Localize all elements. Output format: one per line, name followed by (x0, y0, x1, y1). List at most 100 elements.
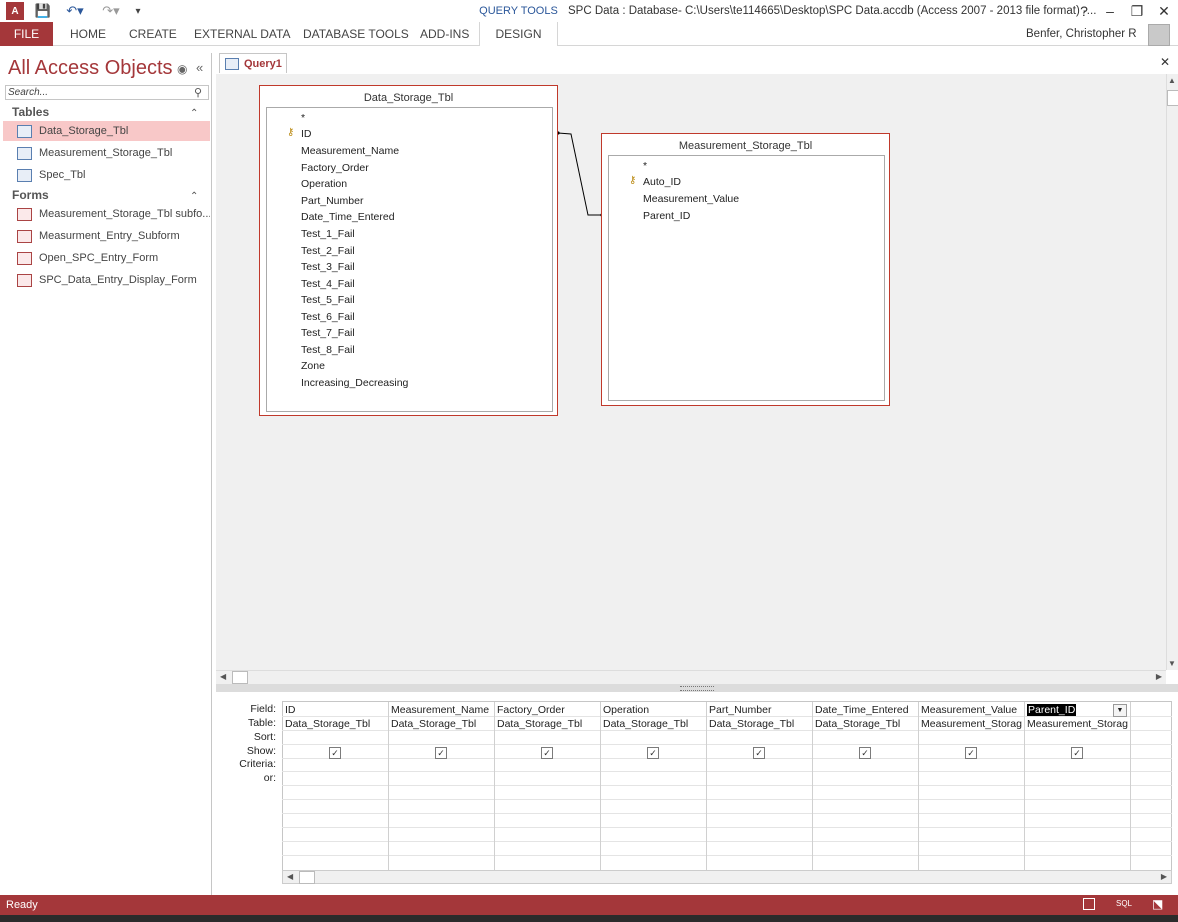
scroll-down-icon[interactable]: ▼ (1168, 659, 1176, 668)
datasheet-view-icon[interactable] (1083, 898, 1095, 910)
grid-column[interactable]: Parent_ID ▼ Measurement_Storag ✓ (1024, 702, 1131, 870)
field-item[interactable]: Parent_ID (643, 210, 690, 222)
table-title[interactable]: Measurement_Storage_Tbl (602, 140, 889, 152)
vertical-scrollbar[interactable]: ▲ ▼ (1166, 74, 1178, 670)
field-item[interactable]: Measurement_Value (643, 193, 739, 205)
field-item[interactable]: Auto_ID (643, 176, 681, 188)
user-name[interactable]: Benfer, Christopher R (1026, 28, 1137, 40)
table-cell[interactable]: Data_Storage_Tbl (285, 718, 387, 730)
field-item[interactable]: Zone (301, 360, 325, 372)
field-item[interactable]: Increasing_Decreasing (301, 377, 408, 389)
table-window-data-storage[interactable]: Data_Storage_Tbl * ⚷ ID Measurement_Name… (259, 85, 558, 416)
scrollbar-thumb[interactable] (299, 871, 315, 884)
show-checkbox[interactable]: ✓ (647, 747, 659, 759)
nav-item-form[interactable]: SPC_Data_Entry_Display_Form (3, 270, 210, 290)
restore-button[interactable]: ❐ (1126, 2, 1148, 20)
field-cell[interactable]: Measurement_Value (921, 704, 1023, 716)
design-view-icon[interactable]: ⬔ (1152, 897, 1163, 911)
field-cell[interactable]: Date_Time_Entered (815, 704, 917, 716)
grid-column[interactable]: Factory_Order Data_Storage_Tbl ✓ (494, 702, 601, 870)
field-cell[interactable]: ID (285, 704, 387, 716)
field-item[interactable]: Operation (301, 178, 347, 190)
avatar[interactable] (1148, 24, 1170, 46)
save-icon[interactable]: 💾 (34, 2, 52, 20)
field-item[interactable]: Test_5_Fail (301, 294, 355, 306)
group-forms-label[interactable]: Forms (12, 188, 49, 202)
field-item[interactable]: Measurement_Name (301, 145, 399, 157)
grid-column[interactable]: Measurement_Value Measurement_Storag ✓ (918, 702, 1025, 870)
nav-item-form[interactable]: Measurement_Storage_Tbl subfo... (3, 204, 210, 224)
horizontal-scrollbar[interactable]: ◀ ▶ (216, 670, 1166, 684)
scrollbar-thumb[interactable] (1167, 90, 1178, 106)
table-cell[interactable]: Data_Storage_Tbl (709, 718, 811, 730)
field-cell[interactable]: Measurement_Name (391, 704, 493, 716)
scrollbar-thumb[interactable] (232, 671, 248, 684)
tab-query1[interactable]: Query1 (219, 53, 287, 73)
tab-external-data[interactable]: EXTERNAL DATA (194, 22, 290, 46)
table-cell[interactable]: Data_Storage_Tbl (815, 718, 917, 730)
nav-item-table[interactable]: Measurement_Storage_Tbl (3, 143, 210, 163)
nav-search-input[interactable]: Search... (5, 85, 209, 100)
nav-menu-chevron-icon[interactable]: ◉ (177, 62, 187, 76)
collapse-group-icon[interactable]: ⌃ (190, 191, 198, 202)
collapse-pane-icon[interactable]: « (196, 60, 203, 75)
help-button[interactable]: ? (1073, 2, 1095, 20)
close-button[interactable]: ✕ (1153, 2, 1175, 20)
show-checkbox[interactable]: ✓ (859, 747, 871, 759)
nav-item-table[interactable]: Spec_Tbl (3, 165, 210, 185)
field-cell[interactable]: Part_Number (709, 704, 811, 716)
scroll-right-icon[interactable]: ▶ (1161, 872, 1167, 881)
close-document-icon[interactable]: ✕ (1160, 55, 1170, 69)
show-checkbox[interactable]: ✓ (753, 747, 765, 759)
grid-column[interactable]: Part_Number Data_Storage_Tbl ✓ (706, 702, 813, 870)
scroll-right-icon[interactable]: ▶ (1156, 672, 1162, 681)
field-item[interactable]: Date_Time_Entered (301, 211, 395, 223)
group-tables-label[interactable]: Tables (12, 105, 49, 119)
field-cell-selected[interactable]: Parent_ID (1027, 704, 1077, 716)
show-checkbox[interactable]: ✓ (435, 747, 447, 759)
table-cell[interactable]: Measurement_Storag (921, 718, 1023, 730)
sql-view-icon[interactable]: SQL (1116, 899, 1132, 908)
table-cell[interactable]: Data_Storage_Tbl (603, 718, 705, 730)
undo-icon[interactable]: ↶▾ (62, 2, 88, 20)
field-item[interactable]: Test_7_Fail (301, 327, 355, 339)
field-item[interactable]: Test_1_Fail (301, 228, 355, 240)
show-checkbox[interactable]: ✓ (329, 747, 341, 759)
field-item[interactable]: Test_4_Fail (301, 278, 355, 290)
table-window-measurement-storage[interactable]: Measurement_Storage_Tbl * ⚷ Auto_ID Meas… (601, 133, 890, 406)
nav-item-table[interactable]: Data_Storage_Tbl (3, 121, 210, 141)
customize-qat-icon[interactable]: ▾ (132, 2, 144, 20)
table-cell[interactable]: Data_Storage_Tbl (391, 718, 493, 730)
minimize-button[interactable]: – (1099, 2, 1121, 20)
nav-item-form[interactable]: Open_SPC_Entry_Form (3, 248, 210, 268)
show-checkbox[interactable]: ✓ (965, 747, 977, 759)
field-item[interactable]: Test_2_Fail (301, 245, 355, 257)
table-title[interactable]: Data_Storage_Tbl (260, 92, 557, 104)
field-item[interactable]: * (301, 112, 305, 124)
scroll-up-icon[interactable]: ▲ (1168, 76, 1176, 85)
tab-design[interactable]: DESIGN (479, 22, 558, 46)
tab-add-ins[interactable]: ADD-INS (420, 22, 469, 46)
tab-file[interactable]: FILE (0, 22, 53, 46)
grid-column[interactable]: Measurement_Name Data_Storage_Tbl ✓ (388, 702, 495, 870)
scroll-left-icon[interactable]: ◀ (287, 872, 293, 881)
field-item[interactable]: Part_Number (301, 195, 363, 207)
search-icon[interactable]: ⚲ (194, 86, 202, 99)
collapse-group-icon[interactable]: ⌃ (190, 108, 198, 119)
field-item[interactable]: ID (301, 128, 312, 140)
grid-column[interactable]: Operation Data_Storage_Tbl ✓ (600, 702, 707, 870)
grid-horizontal-scrollbar[interactable]: ◀ ▶ (282, 870, 1172, 884)
field-item[interactable]: Test_3_Fail (301, 261, 355, 273)
splitter-grip[interactable] (680, 686, 714, 691)
table-cell[interactable]: Data_Storage_Tbl (497, 718, 599, 730)
grid-column[interactable]: ID Data_Storage_Tbl ✓ (282, 702, 389, 870)
field-item[interactable]: Test_6_Fail (301, 311, 355, 323)
field-item[interactable]: Factory_Order (301, 162, 369, 174)
tab-create[interactable]: CREATE (129, 22, 177, 46)
field-cell[interactable]: Operation (603, 704, 705, 716)
field-item[interactable]: * (643, 160, 647, 172)
field-list[interactable]: * ⚷ ID Measurement_Name Factory_Order Op… (266, 107, 553, 412)
nav-item-form[interactable]: Measurment_Entry_Subform (3, 226, 210, 246)
scroll-left-icon[interactable]: ◀ (220, 672, 226, 681)
field-cell[interactable]: Factory_Order (497, 704, 599, 716)
